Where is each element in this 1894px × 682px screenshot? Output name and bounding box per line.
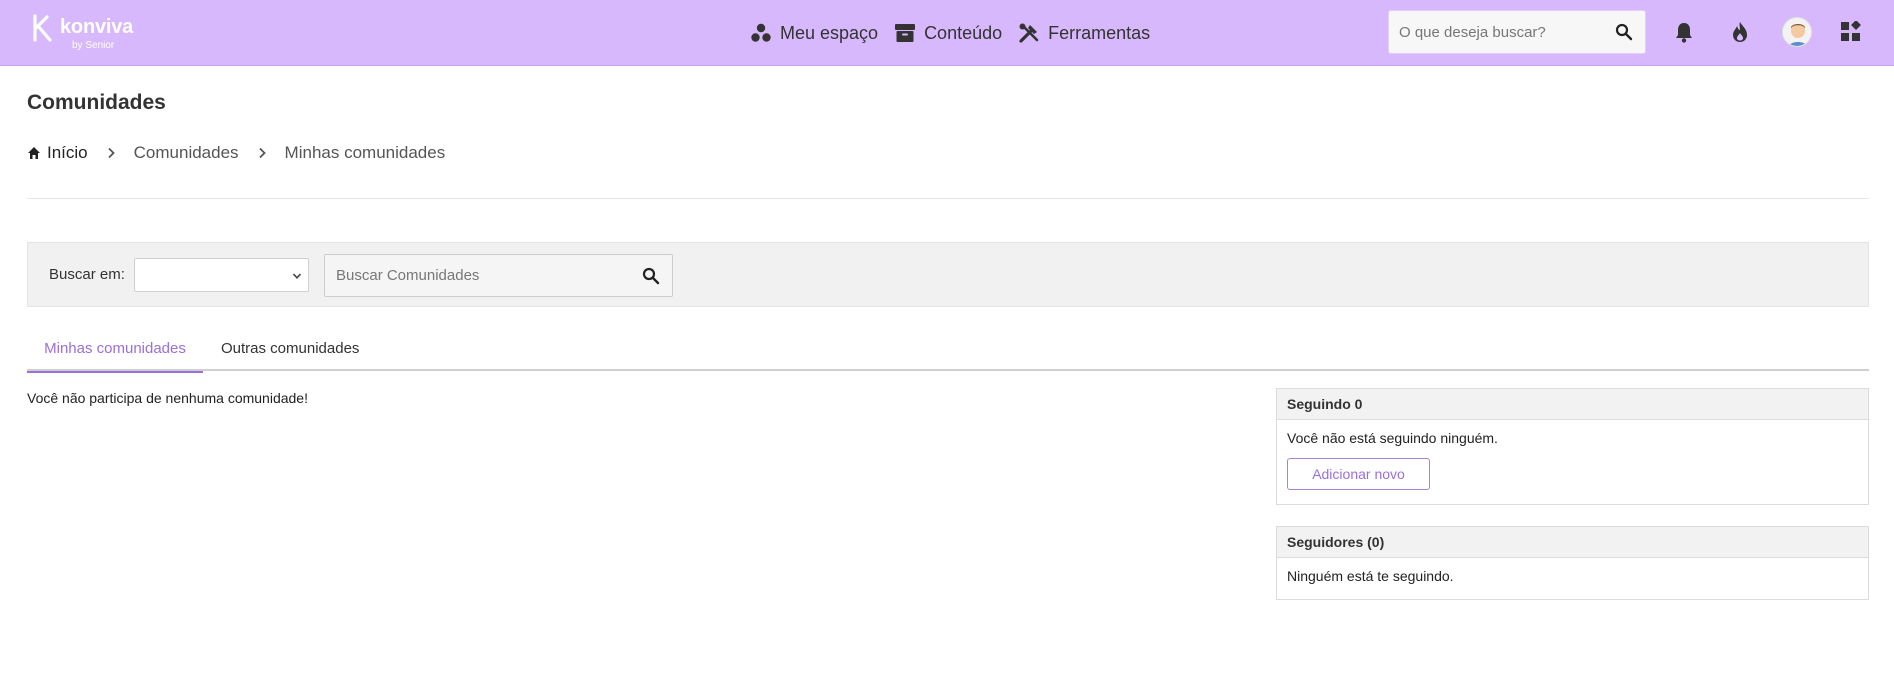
breadcrumb-home-label: Início: [47, 143, 88, 162]
top-bar: konviva by Senior Meu espaço Conteúdo Fe…: [0, 0, 1894, 66]
community-search: [324, 254, 673, 297]
filter-bar: Buscar em:: [27, 242, 1869, 307]
avatar-icon: [1783, 18, 1811, 46]
main-nav: Meu espaço Conteúdo Ferramentas: [750, 18, 1166, 48]
tab-minhas-comunidades[interactable]: Minhas comunidades: [27, 334, 203, 373]
bell-icon: [1676, 23, 1692, 43]
logo-text: konviva: [60, 16, 134, 38]
nav-meu-espaco[interactable]: Meu espaço: [750, 22, 878, 44]
chevron-down-icon: [292, 273, 302, 279]
community-search-input[interactable]: [325, 255, 625, 296]
notifications-button[interactable]: [1671, 19, 1697, 45]
streak-button[interactable]: [1727, 19, 1753, 45]
breadcrumb: Início Comunidades Minhas comunidades: [27, 140, 445, 166]
breadcrumb-current: Minhas comunidades: [284, 143, 446, 162]
chevron-right-icon: [258, 147, 266, 159]
fire-icon: [1733, 22, 1747, 42]
tools-icon: [1019, 23, 1039, 43]
nav-label: Conteúdo: [924, 22, 1003, 43]
filter-label: Buscar em:: [49, 266, 125, 283]
apps-button[interactable]: [1838, 19, 1864, 45]
dots-icon: [751, 23, 771, 42]
search-icon[interactable]: [642, 267, 660, 285]
nav-label: Ferramentas: [1048, 22, 1151, 43]
following-panel: Seguindo 0 Você não está seguindo ningué…: [1276, 388, 1869, 505]
empty-communities-message: Você não participa de nenhuma comunidade…: [27, 390, 308, 406]
tab-outras-comunidades[interactable]: Outras comunidades: [221, 334, 359, 371]
apps-grid-icon: [1841, 21, 1861, 41]
archive-icon: [895, 24, 916, 42]
search-scope-select[interactable]: [134, 258, 309, 292]
logo-subtitle: by Senior: [72, 40, 115, 51]
followers-title: Seguidores (0): [1277, 527, 1868, 558]
following-title: Seguindo 0: [1277, 389, 1868, 420]
breadcrumb-home[interactable]: Início: [27, 143, 88, 163]
konviva-logo[interactable]: konviva by Senior: [32, 14, 142, 54]
page-title: Comunidades: [27, 91, 166, 114]
search-icon[interactable]: [1615, 23, 1633, 41]
nav-conteudo[interactable]: Conteúdo: [894, 22, 1002, 44]
nav-ferramentas[interactable]: Ferramentas: [1018, 22, 1150, 44]
followers-message: Ninguém está te seguindo.: [1287, 568, 1454, 584]
add-new-button[interactable]: Adicionar novo: [1287, 458, 1430, 490]
breadcrumb-comunidades[interactable]: Comunidades: [134, 143, 239, 163]
avatar[interactable]: [1782, 17, 1812, 47]
following-message: Você não está seguindo ninguém.: [1287, 430, 1498, 446]
nav-label: Meu espaço: [780, 22, 879, 43]
global-search-input[interactable]: [1389, 11, 1599, 53]
konviva-k-icon: [33, 14, 52, 42]
followers-panel: Seguidores (0) Ninguém está te seguindo.: [1276, 526, 1869, 600]
global-search: [1388, 10, 1646, 54]
home-icon: [28, 147, 40, 159]
chevron-right-icon: [108, 147, 115, 159]
community-tabs: Minhas comunidades Outras comunidades: [27, 334, 1869, 373]
divider: [27, 198, 1869, 199]
